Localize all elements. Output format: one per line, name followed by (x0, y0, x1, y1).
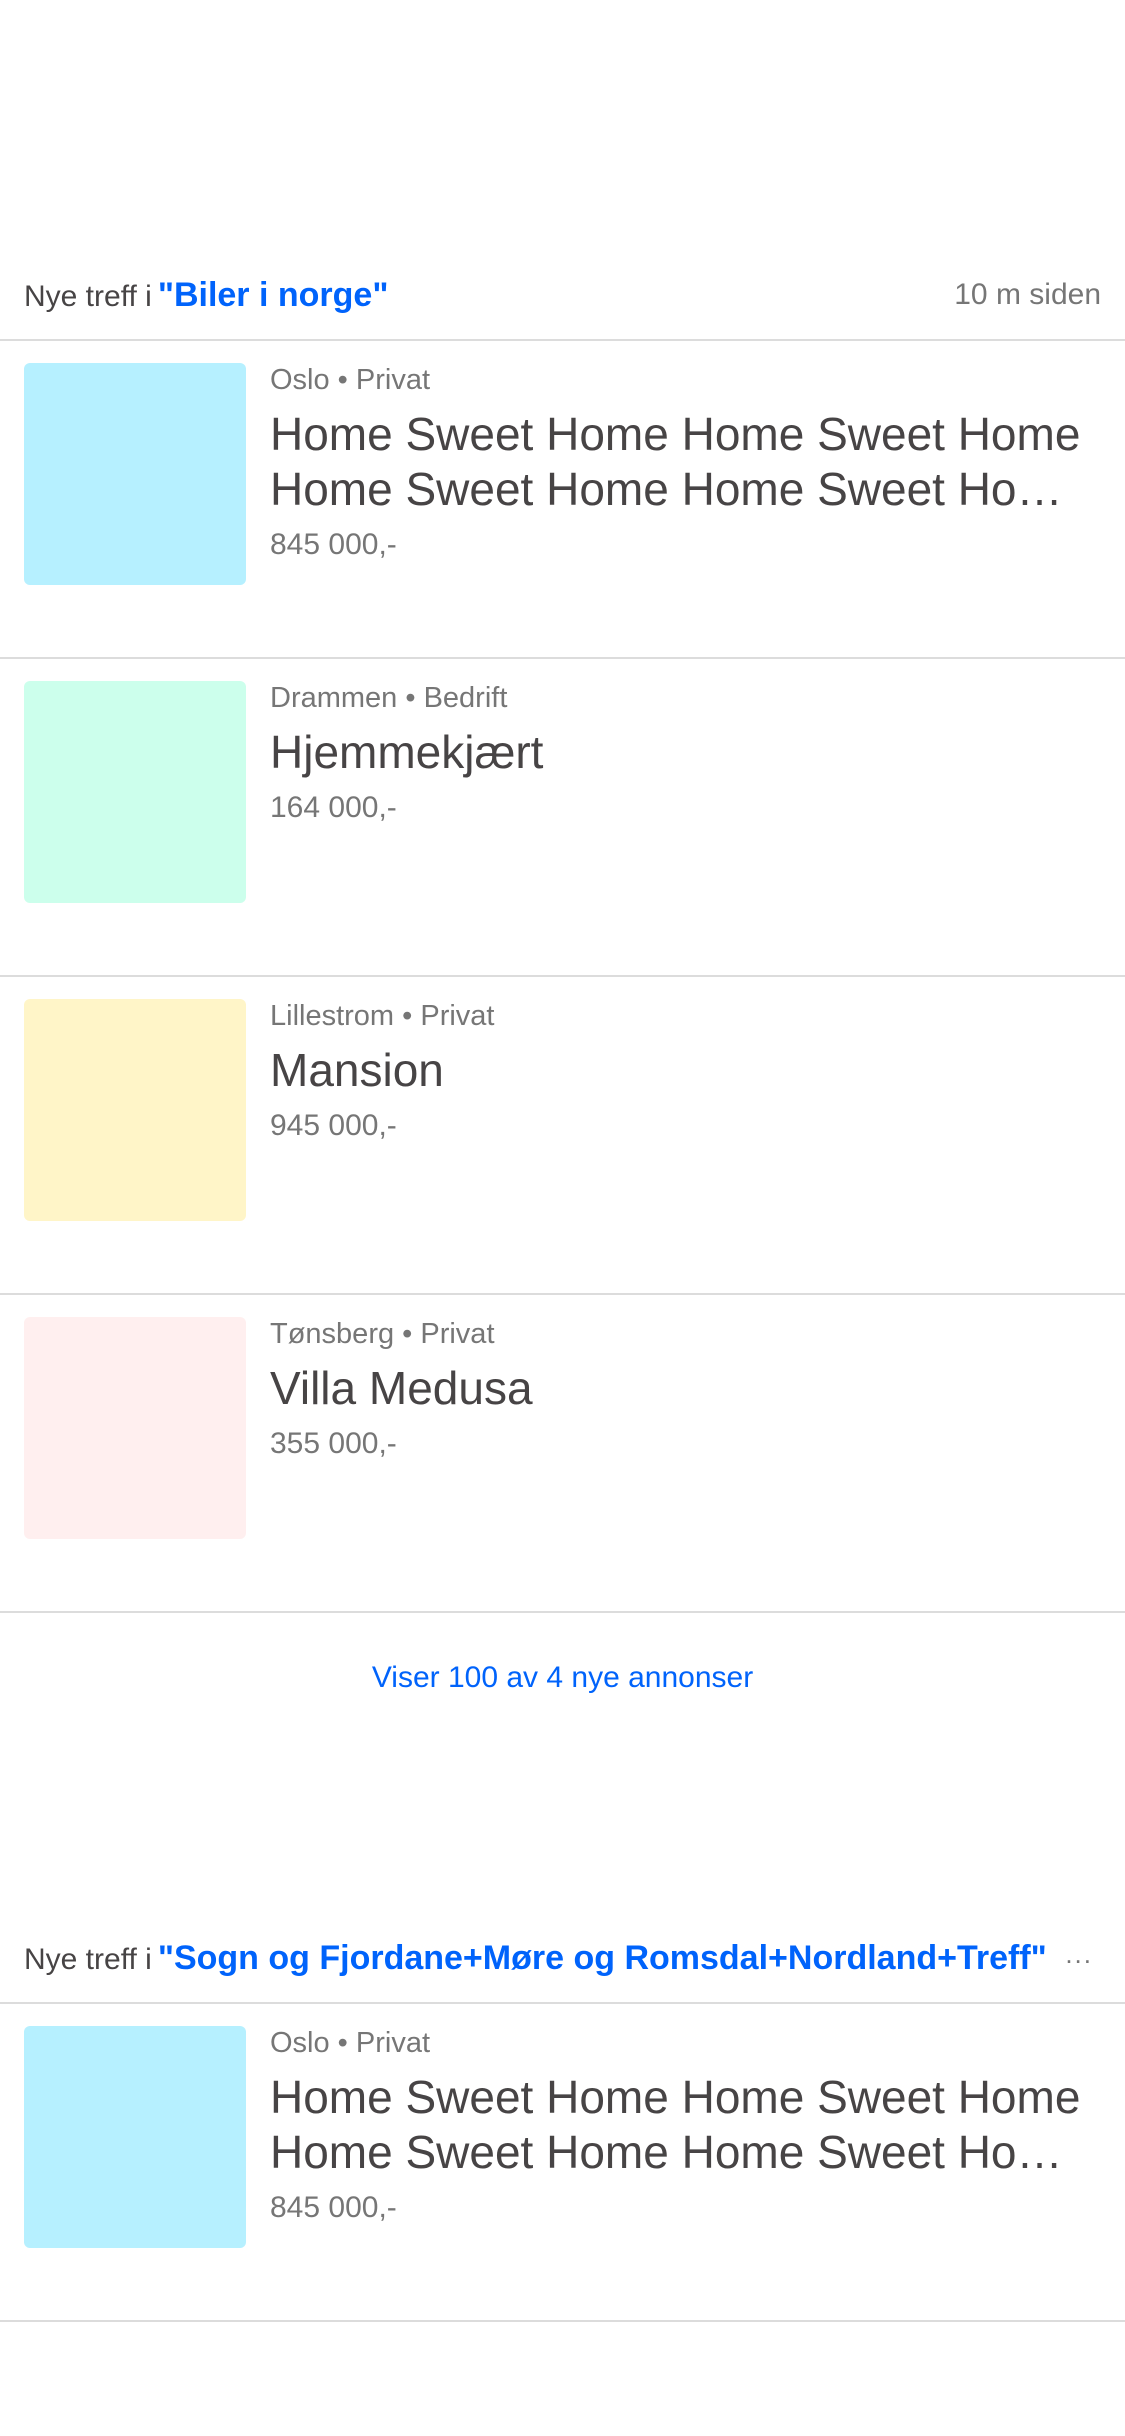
saved-search-section-biler: Nye treff i "Biler i norge" 10 m siden O… (0, 256, 1125, 1743)
listing-location: Lillestrom • Privat (270, 1000, 495, 1032)
section-title-prefix: Nye treff i (24, 280, 152, 313)
listing-title[interactable]: Hjemmekjært (270, 725, 1085, 780)
listing-title[interactable]: Villa Medusa (270, 1361, 1085, 1416)
show-more-row: Viser 100 av 4 nye annonser (0, 1613, 1125, 1743)
listing-price: 845 000,- (270, 2191, 397, 2224)
timestamp: 10 m siden (954, 278, 1101, 311)
listing-price: 164 000,- (270, 791, 397, 824)
listing-details: Drammen • Bedrift Hjemmekjært 164 000,- (270, 681, 1085, 826)
listing-location: Tønsberg • Privat (270, 1318, 495, 1350)
listing-image (24, 681, 246, 903)
saved-search-name[interactable]: "Sogn og Fjordane+Møre og Romsdal+Nordla… (158, 1939, 1047, 1978)
section-title-prefix: Nye treff i (24, 1943, 152, 1976)
listing-image (24, 2026, 246, 2248)
section-title: Nye treff i "Sogn og Fjordane+Møre og Ro… (24, 1939, 1047, 1978)
show-more-link[interactable]: Viser 100 av 4 nye annonser (372, 1661, 753, 1695)
listing-image (24, 999, 246, 1221)
listing-item[interactable]: Drammen • Bedrift Hjemmekjært 164 000,- (0, 659, 1125, 977)
listing-details: Oslo • Privat Home Sweet Home Home Sweet… (270, 2026, 1085, 2226)
listing-price: 355 000,- (270, 1427, 397, 1460)
listing-item[interactable]: Tønsberg • Privat Villa Medusa 355 000,- (0, 1295, 1125, 1613)
section-header[interactable]: Nye treff i "Biler i norge" 10 m siden (0, 256, 1125, 341)
section-title: Nye treff i "Biler i norge" (24, 276, 388, 315)
listing-price: 845 000,- (270, 528, 397, 561)
listing-details: Tønsberg • Privat Villa Medusa 355 000,- (270, 1317, 1085, 1462)
listing-location: Drammen • Bedrift (270, 682, 508, 714)
listing-item[interactable]: Lillestrom • Privat Mansion 945 000,- (0, 977, 1125, 1295)
listing-title[interactable]: Home Sweet Home Home Sweet Home Home Swe… (270, 2070, 1085, 2180)
listing-details: Lillestrom • Privat Mansion 945 000,- (270, 999, 1085, 1144)
saved-search-name[interactable]: "Biler i norge" (158, 276, 389, 315)
listing-image (24, 1317, 246, 1539)
listing-title[interactable]: Home Sweet Home Home Sweet Home Home Swe… (270, 407, 1085, 517)
saved-search-section-regions: Nye treff i "Sogn og Fjordane+Møre og Ro… (0, 1919, 1125, 2322)
listing-image (24, 363, 246, 585)
listing-location: Oslo • Privat (270, 364, 431, 396)
listing-item[interactable]: Oslo • Privat Home Sweet Home Home Sweet… (0, 2004, 1125, 2322)
listing-item[interactable]: Oslo • Privat Home Sweet Home Home Sweet… (0, 341, 1125, 659)
listing-details: Oslo • Privat Home Sweet Home Home Sweet… (270, 363, 1085, 563)
more-options-icon[interactable]: ... (1065, 1939, 1093, 1970)
listing-title[interactable]: Mansion (270, 1043, 1085, 1098)
listing-price: 945 000,- (270, 1109, 397, 1142)
listing-location: Oslo • Privat (270, 2027, 431, 2059)
section-header[interactable]: Nye treff i "Sogn og Fjordane+Møre og Ro… (0, 1919, 1125, 2004)
